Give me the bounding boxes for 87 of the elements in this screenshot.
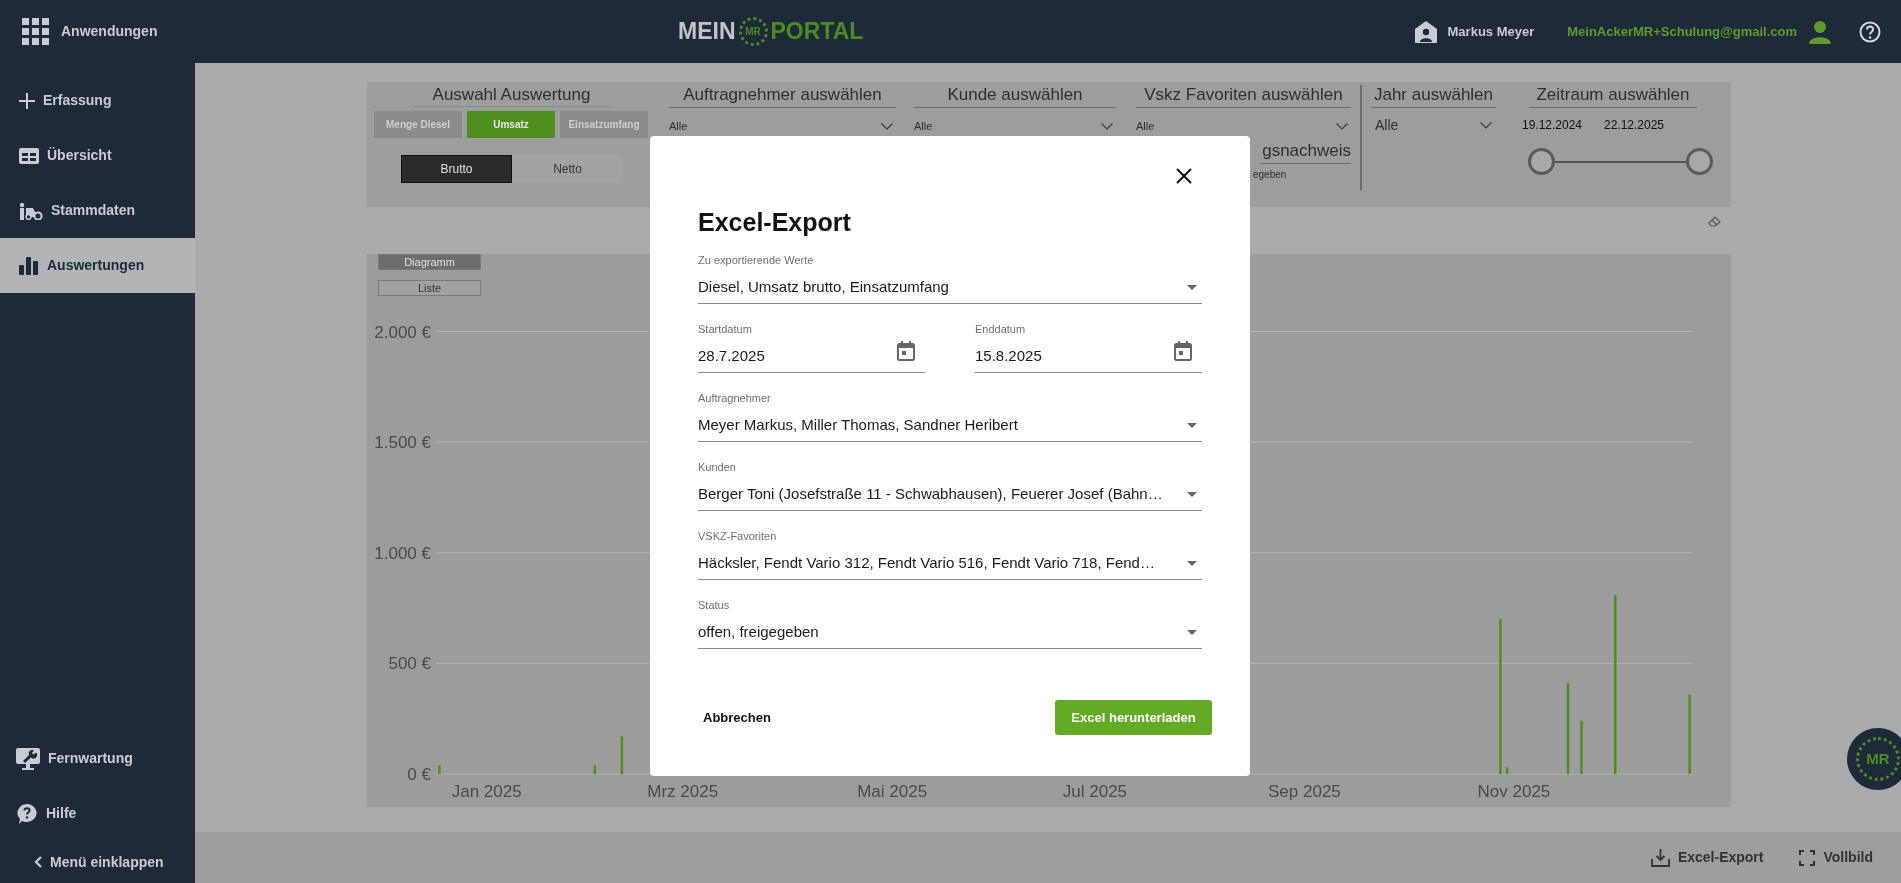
- x-axis-label: Jan 2025: [451, 782, 522, 801]
- chart-bar: [620, 736, 624, 774]
- y-axis-label: 0 €: [407, 765, 431, 784]
- select-field[interactable]: Zu exportierende Werte Diesel, Umsatz brutto, Einsatzumfang: [698, 252, 1202, 304]
- y-axis-label: 2.000 €: [374, 322, 431, 342]
- caret-icon: [1187, 422, 1197, 428]
- select-field[interactable]: VSKZ-Favoriten Häcksler, Fendt Vario 312, Fendt Vario 516, Fendt Vario 718, Fend…: [698, 528, 1202, 580]
- filter-value: egeben: [1253, 168, 1287, 182]
- x-axis-label: Mai 2025: [857, 782, 928, 801]
- select-field[interactable]: Kunden Berger Toni (Josefstraße 11 - Schwabhausen), Feuerer Josef (Bahn…: [698, 459, 1202, 511]
- tractor-person-icon: [19, 201, 43, 220]
- apps-label[interactable]: Anwendungen: [61, 21, 158, 42]
- cancel-button[interactable]: Abbrechen: [703, 707, 771, 728]
- plus-icon: [19, 92, 35, 109]
- help-icon[interactable]: [1859, 20, 1881, 43]
- footer-action[interactable]: Vollbild: [1799, 847, 1873, 868]
- sidebar-item[interactable]: Erfassung: [0, 73, 195, 128]
- filter-heading: Vskz Favoriten auswählen: [1136, 84, 1351, 108]
- chevron-down-icon: [1101, 122, 1113, 130]
- date-field[interactable]: Startdatum 28.7.2025: [698, 321, 925, 373]
- chart-bar: [1505, 767, 1509, 774]
- chart-bar: [438, 765, 441, 774]
- x-axis-label: Mrz 2025: [647, 782, 719, 801]
- sidebar-item[interactable]: Hilfe: [0, 786, 195, 841]
- home-user-icon: [1413, 19, 1438, 44]
- dialog-title: Excel-Export: [698, 207, 852, 237]
- filter-dropdown[interactable]: Alle: [1136, 116, 1351, 136]
- date-range-slider[interactable]: [1528, 148, 1713, 176]
- mode-toggle[interactable]: Netto: [512, 155, 623, 183]
- filter-heading: gsnachweis: [1260, 140, 1351, 164]
- help-bubble-icon: [16, 802, 38, 825]
- x-axis-label: Nov 2025: [1477, 782, 1551, 801]
- footer-action[interactable]: Excel-Export: [1650, 847, 1764, 868]
- filter-heading: Auswahl Auswertung: [414, 84, 609, 107]
- chevron-down-icon: [1480, 121, 1492, 129]
- logo-text: PORTAL: [770, 17, 864, 46]
- apps-grid-icon[interactable]: [22, 18, 49, 45]
- bar-chart-icon: [19, 256, 39, 275]
- chevron-down-icon: [881, 122, 893, 130]
- chart-bar: [593, 765, 597, 774]
- filter-heading: Kunde auswählen: [914, 84, 1116, 108]
- date-field[interactable]: 19.12.2024: [1513, 114, 1591, 136]
- mode-toggle[interactable]: Brutto: [401, 155, 512, 183]
- user-icon[interactable]: [1809, 19, 1831, 44]
- sidebar-item[interactable]: Stammdaten: [0, 183, 195, 238]
- close-icon[interactable]: [1176, 168, 1192, 184]
- filter-heading: Jahr auswählen: [1371, 84, 1496, 108]
- chevron-left-icon: [34, 856, 42, 868]
- select-field[interactable]: Status offen, freigegeben: [698, 597, 1202, 649]
- filter-heading: Zeitraum auswählen: [1529, 84, 1697, 108]
- table-icon: [19, 147, 39, 164]
- caret-icon: [1187, 284, 1197, 290]
- y-axis-label: 1.000 €: [374, 543, 431, 563]
- date-field[interactable]: Enddatum 15.8.2025: [975, 321, 1202, 373]
- calendar-icon[interactable]: [897, 341, 915, 361]
- caret-icon: [1187, 629, 1197, 635]
- caret-icon: [1187, 560, 1197, 566]
- sidebar-item[interactable]: Übersicht: [0, 128, 195, 183]
- view-toggle[interactable]: Liste: [378, 280, 481, 296]
- sidebar-item[interactable]: Auswertungen: [0, 238, 195, 293]
- date-field[interactable]: 22.12.2025: [1595, 114, 1673, 136]
- sidebar-item[interactable]: Fernwartung: [0, 731, 195, 786]
- x-axis-label: Sep 2025: [1268, 782, 1341, 801]
- filter-heading: Auftragnehmer auswählen: [669, 84, 896, 108]
- chevron-down-icon: [1336, 122, 1348, 130]
- logo-text: MEIN: [678, 17, 736, 46]
- filter-dropdown[interactable]: Alle: [669, 116, 896, 136]
- y-axis-label: 1.500 €: [374, 433, 431, 453]
- fullscreen-icon: [1799, 849, 1816, 866]
- calendar-icon[interactable]: [1174, 341, 1192, 361]
- chart-bar: [1580, 720, 1583, 774]
- monitor-wrench-icon: [16, 747, 40, 770]
- collapse-menu-button[interactable]: Menü einklappen: [0, 841, 195, 883]
- slider-thumb[interactable]: [1528, 148, 1555, 175]
- caret-icon: [1187, 491, 1197, 497]
- y-axis-label: 500 €: [388, 654, 431, 674]
- eraser-icon[interactable]: [1708, 216, 1721, 227]
- logo-badge: MR: [738, 16, 768, 46]
- x-axis-label: Jul 2025: [1062, 782, 1128, 801]
- filter-dropdown[interactable]: Alle: [914, 116, 1116, 136]
- view-toggle[interactable]: Diagramm: [378, 254, 481, 270]
- filter-dropdown[interactable]: Alle: [1371, 114, 1496, 136]
- user-name: Markus Meyer: [1447, 22, 1535, 41]
- download-icon: [1650, 848, 1670, 867]
- user-email[interactable]: MeinAckerMR+Schulung@gmail.com: [1567, 21, 1797, 42]
- slider-thumb[interactable]: [1686, 148, 1713, 175]
- select-field[interactable]: Auftragnehmer Meyer Markus, Miller Thomas, Sandner Heribert: [698, 390, 1202, 442]
